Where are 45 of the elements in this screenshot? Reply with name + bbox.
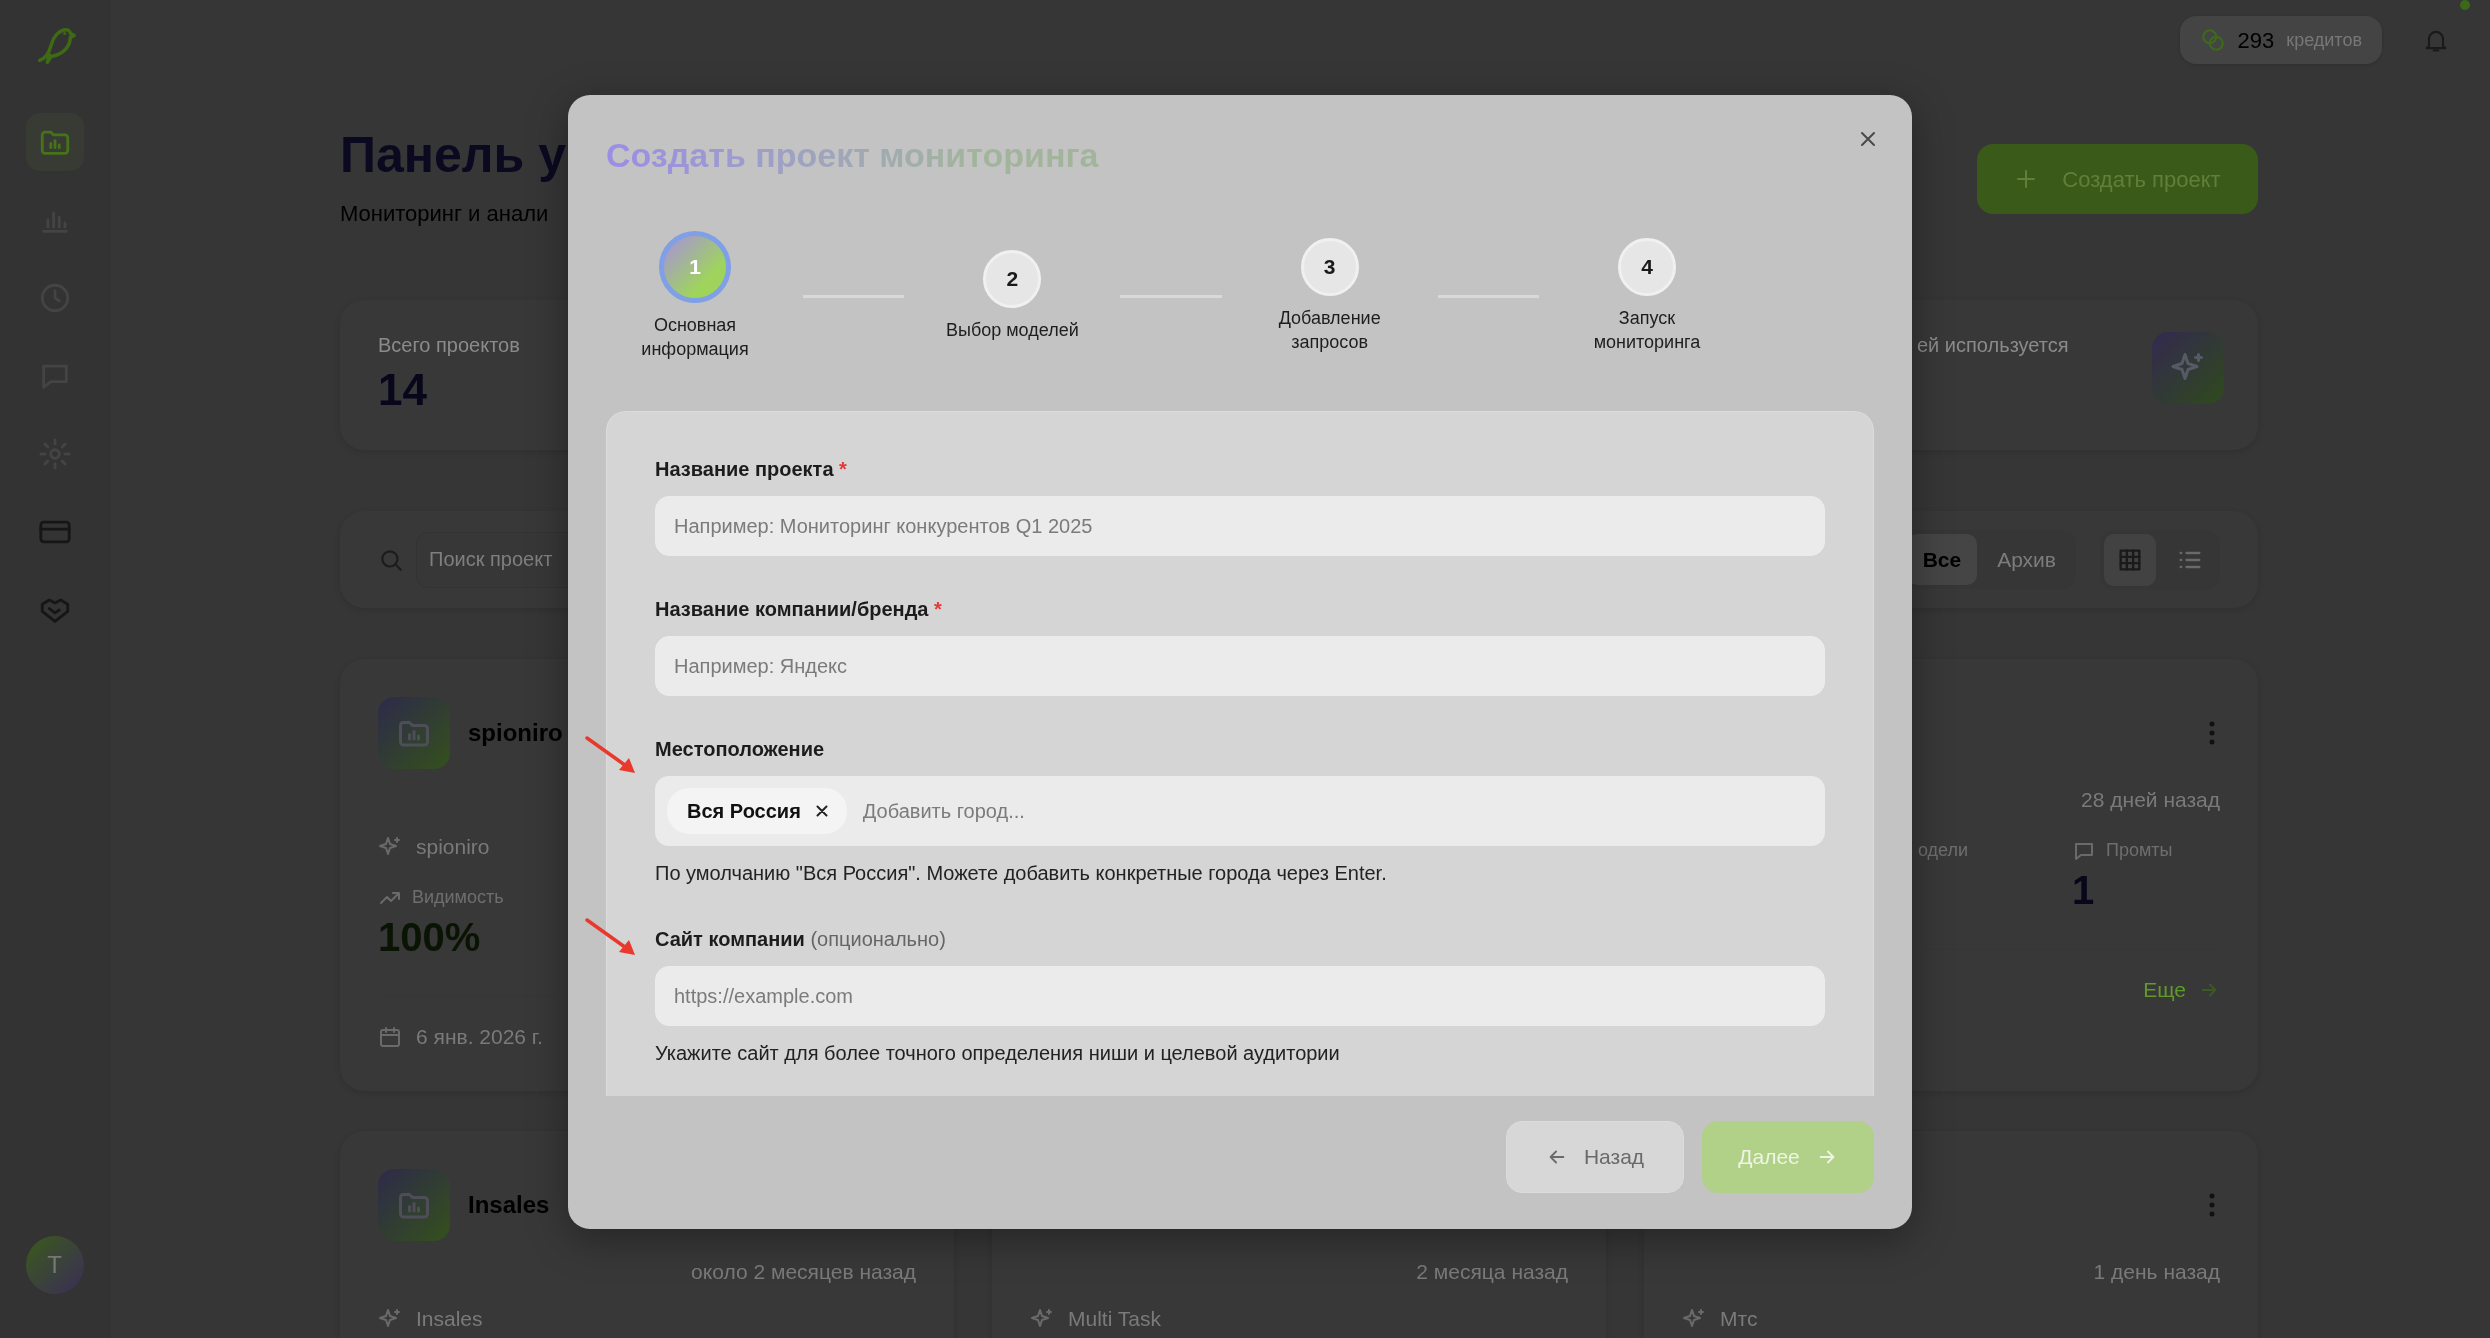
field-label: Местоположение [655,737,826,762]
step-indicator: 4 [1618,238,1676,296]
city-input-field[interactable]: Добавить город... [860,795,1813,827]
filter-tab[interactable]: Архив [1981,533,2072,586]
more-vertical-icon [2208,1191,2216,1218]
field-label: Название проекта * [655,457,848,482]
calendar-icon [378,1024,402,1049]
step-indicator: 2 [983,250,1042,308]
brand-name: Multi Task [1068,1305,1161,1332]
help-text: По умолчанию "Вся Россия". Можете добавить конкретные города через Enter. [655,861,1388,886]
stat-label: Всего проектов [378,333,520,358]
text-field[interactable]: Например: Мониторинг конкурентов Q1 2025 [655,496,1825,556]
text-field[interactable]: Например: Яндекс [655,636,1825,696]
project-time: 2 месяца назад [1416,1258,1568,1285]
project-time: около 2 месяцев назад [691,1258,916,1285]
coins-icon [2199,27,2226,53]
credits-amount: 293 [2237,26,2275,55]
grid-view-button[interactable] [2104,533,2156,586]
project-title: spioniro [468,718,563,748]
project-time: 1 день назад [2093,1258,2220,1285]
brand-name: spioniro [416,834,490,860]
next-button[interactable]: Далее [1702,1121,1874,1193]
brand-name: Insales [416,1305,483,1332]
step-label: Добавление запросов [1277,307,1382,354]
tag-label: Вся Россия [687,799,801,824]
user-avatar[interactable]: Т [25,1236,84,1294]
project-title: Insales [468,1189,550,1220]
more-link[interactable]: Еще [2143,974,2220,1006]
sidebar-item[interactable] [25,113,84,171]
back-button[interactable]: Назад [1506,1121,1684,1193]
location-field[interactable]: Вся Россия Добавить город... [655,776,1825,846]
project-date: 6 янв. 2026 г. [416,1024,543,1050]
step-label: Запуск мониторинга [1592,307,1702,354]
stat-label: ей используется [1917,333,2069,358]
brand-name: Мтс [1720,1305,1758,1332]
step-label: Выбор моделей [944,319,1080,342]
help-text: Укажите сайт для более точного определения ниши и целевой аудитории [655,1041,1341,1066]
field-label: Сайт компании (опционально) [655,927,947,952]
field-label: Название компании/бренда * [655,597,943,622]
step-indicator: 1 [659,231,731,303]
project-time: 28 дней назад [2081,787,2220,813]
step-indicator: 3 [1300,238,1359,296]
step-label: Основная информация [640,314,750,361]
text-field[interactable]: https://example.com [655,966,1825,1026]
more-vertical-icon [2208,720,2216,746]
